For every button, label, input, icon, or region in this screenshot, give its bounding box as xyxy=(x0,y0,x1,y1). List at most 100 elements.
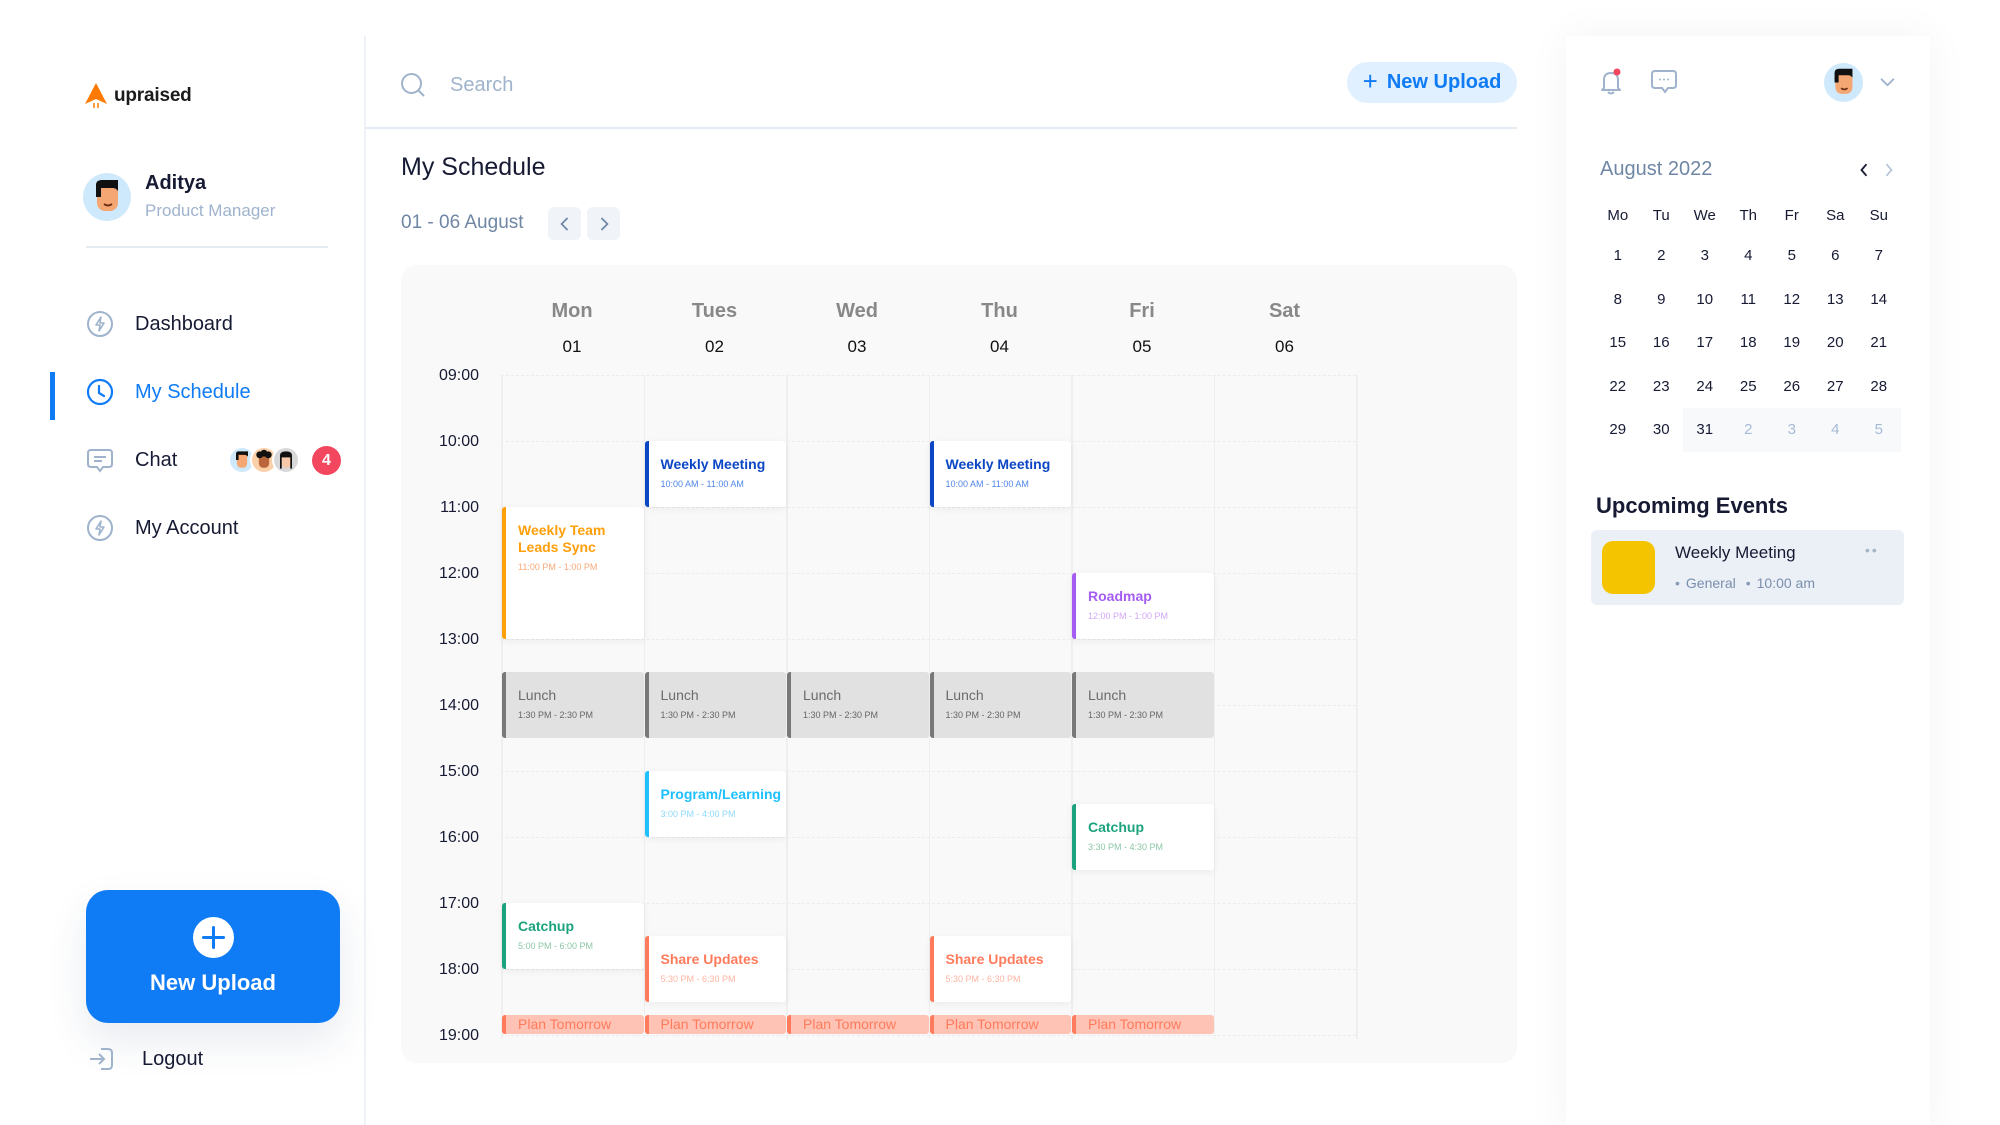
upcoming-event-name: Weekly Meeting xyxy=(1675,543,1796,562)
next-month-button[interactable] xyxy=(1880,158,1898,182)
lunch-block[interactable]: Lunch 1:30 PM - 2:30 PM xyxy=(644,672,786,738)
day-name: Thu xyxy=(981,300,1018,322)
calendar-day[interactable]: 12 xyxy=(1770,278,1814,322)
calendar-day[interactable]: 19 xyxy=(1770,321,1814,365)
sidebar-item-my-account[interactable]: My Account xyxy=(0,494,365,562)
calendar-day[interactable]: 8 xyxy=(1596,278,1640,322)
calendar-day[interactable]: 6 xyxy=(1814,234,1858,278)
user-menu[interactable] xyxy=(1824,63,1896,102)
sidebar-item-dashboard[interactable]: Dashboard xyxy=(0,290,365,358)
calendar-day-next-month[interactable]: 2 xyxy=(1726,408,1770,452)
search-input[interactable] xyxy=(450,73,950,97)
plan-tomorrow-bar[interactable]: Plan Tomorrow xyxy=(929,1015,1071,1035)
more-options-icon[interactable]: •• xyxy=(1865,542,1879,558)
upcoming-event-card[interactable]: Weekly Meeting General 10:00 am •• xyxy=(1591,530,1904,605)
sidebar-item-chat[interactable]: Chat 4 xyxy=(0,426,365,494)
event-card[interactable]: Weekly Team Leads Sync 11:00 PM - 1:00 PM xyxy=(502,507,644,639)
event-card[interactable]: Program/Learning 3:00 PM - 4:00 PM xyxy=(644,771,786,837)
day-header[interactable]: Mon 01 xyxy=(501,300,643,357)
calendar-day[interactable]: 21 xyxy=(1857,321,1901,365)
lunch-block[interactable]: Lunch 1:30 PM - 2:30 PM xyxy=(1072,672,1214,738)
calendar-day[interactable]: 24 xyxy=(1683,365,1727,409)
day-header[interactable]: Wed 03 xyxy=(786,300,928,357)
bell-icon xyxy=(1601,68,1621,95)
calendar-day[interactable]: 15 xyxy=(1596,321,1640,365)
header-new-upload-button[interactable]: + New Upload xyxy=(1347,62,1517,103)
event-time: 10:00 AM - 11:00 AM xyxy=(660,479,744,489)
event-color-swatch xyxy=(1602,541,1655,594)
upcoming-event-time: 10:00 am xyxy=(1746,575,1815,591)
lunch-block[interactable]: Lunch 1:30 PM - 2:30 PM xyxy=(787,672,929,738)
calendar-day[interactable]: 16 xyxy=(1640,321,1684,365)
plan-tomorrow-bar[interactable]: Plan Tomorrow xyxy=(502,1015,644,1035)
event-card[interactable]: Share Updates 5:30 PM - 6:30 PM xyxy=(644,936,786,1002)
messages-button[interactable] xyxy=(1649,67,1679,97)
header-avatar xyxy=(1824,63,1863,102)
day-header[interactable]: Thu 04 xyxy=(929,300,1071,357)
calendar-day[interactable]: 10 xyxy=(1683,278,1727,322)
calendar-day[interactable]: 1 xyxy=(1596,234,1640,278)
plan-tomorrow-bar[interactable]: Plan Tomorrow xyxy=(644,1015,786,1035)
time-label: 14:00 xyxy=(438,697,479,714)
sidebar-item-label: Dashboard xyxy=(135,312,233,335)
calendar-day[interactable]: 5 xyxy=(1770,234,1814,278)
new-upload-card-button[interactable]: New Upload xyxy=(86,890,340,1023)
calendar-day[interactable]: 18 xyxy=(1727,321,1771,365)
calendar-day-next-month[interactable]: 5 xyxy=(1857,408,1901,452)
plan-tomorrow-bar[interactable]: Plan Tomorrow xyxy=(787,1015,929,1035)
time-label: 15:00 xyxy=(438,763,479,780)
plan-tomorrow-bar[interactable]: Plan Tomorrow xyxy=(1072,1015,1214,1035)
avatar xyxy=(83,172,131,221)
event-card[interactable]: Roadmap 12:00 PM - 1:00 PM xyxy=(1072,573,1214,639)
user-profile[interactable]: Aditya Product Manager xyxy=(83,172,275,221)
event-time: 12:00 PM - 1:00 PM xyxy=(1088,611,1169,621)
event-card[interactable]: Share Updates 5:30 PM - 6:30 PM xyxy=(929,936,1071,1002)
search-bar[interactable] xyxy=(400,66,1000,104)
event-card[interactable]: Catchup 5:00 PM - 6:00 PM xyxy=(502,903,644,969)
chevron-down-icon xyxy=(1880,78,1895,87)
notifications-button[interactable] xyxy=(1596,67,1626,97)
event-card[interactable]: Weekly Meeting 10:00 AM - 11:00 AM xyxy=(929,441,1071,507)
logout-button[interactable]: Logout xyxy=(88,1045,203,1073)
previous-week-button[interactable] xyxy=(548,207,581,240)
chevron-left-icon xyxy=(1860,163,1868,177)
calendar-day[interactable]: 25 xyxy=(1727,365,1771,409)
event-title: Lunch xyxy=(945,687,984,703)
calendar-day[interactable]: 14 xyxy=(1857,278,1901,322)
day-header[interactable]: Tues 02 xyxy=(644,300,786,357)
calendar-day-next-month[interactable]: 4 xyxy=(1813,408,1857,452)
upcoming-event-meta: General 10:00 am xyxy=(1675,575,1815,591)
calendar-day[interactable]: 31 xyxy=(1683,408,1727,452)
previous-month-button[interactable] xyxy=(1855,158,1873,182)
calendar-day[interactable]: 29 xyxy=(1596,408,1640,452)
event-card[interactable]: Catchup 3:30 PM - 4:30 PM xyxy=(1072,804,1214,870)
calendar-day[interactable]: 9 xyxy=(1640,278,1684,322)
event-card[interactable]: Weekly Meeting 10:00 AM - 11:00 AM xyxy=(644,441,786,507)
sidebar-item-my-schedule[interactable]: My Schedule xyxy=(0,358,365,426)
calendar-day[interactable]: 27 xyxy=(1814,365,1858,409)
calendar-day[interactable]: 20 xyxy=(1814,321,1858,365)
calendar-day[interactable]: 17 xyxy=(1683,321,1727,365)
lunch-block[interactable]: Lunch 1:30 PM - 2:30 PM xyxy=(502,672,644,738)
logo[interactable]: upraised xyxy=(84,82,192,110)
calendar-day[interactable]: 2 xyxy=(1640,234,1684,278)
next-week-button[interactable] xyxy=(587,207,620,240)
calendar-day[interactable]: 4 xyxy=(1727,234,1771,278)
calendar-day[interactable]: 22 xyxy=(1596,365,1640,409)
calendar-day[interactable]: 7 xyxy=(1857,234,1901,278)
brand-name: upraised xyxy=(114,85,192,106)
time-label: 13:00 xyxy=(438,631,479,648)
time-label: 18:00 xyxy=(438,961,479,978)
calendar-day[interactable]: 26 xyxy=(1770,365,1814,409)
calendar-day[interactable]: 23 xyxy=(1640,365,1684,409)
lunch-block[interactable]: Lunch 1:30 PM - 2:30 PM xyxy=(929,672,1071,738)
calendar-day[interactable]: 11 xyxy=(1727,278,1771,322)
calendar-day-next-month[interactable]: 3 xyxy=(1770,408,1814,452)
calendar-day[interactable]: 3 xyxy=(1683,234,1727,278)
calendar-day[interactable]: 13 xyxy=(1814,278,1858,322)
day-header[interactable]: Sat 06 xyxy=(1214,300,1356,357)
calendar-day[interactable]: 30 xyxy=(1640,408,1684,452)
calendar-day[interactable]: 28 xyxy=(1857,365,1901,409)
day-header[interactable]: Fri 05 xyxy=(1071,300,1213,357)
event-time: 1:30 PM - 2:30 PM xyxy=(660,710,736,720)
